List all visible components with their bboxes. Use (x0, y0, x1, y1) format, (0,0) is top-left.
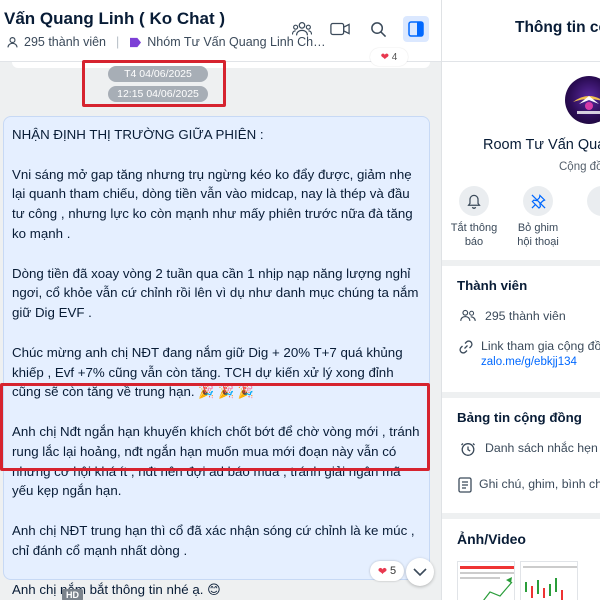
members-section-title: Thành viên (457, 278, 528, 293)
media-section: Ảnh/Video (442, 519, 600, 600)
unpin-conversation-label: Bỏ ghim hội thoại (517, 222, 559, 248)
previous-reaction-count: 4 (391, 51, 398, 63)
mute-notifications-label: Tắt thông báo (450, 222, 498, 248)
more-action-icon (587, 186, 600, 216)
info-panel: Thông tin cộng Room Tư Vấn Qua Cộng đồ T… (441, 0, 600, 600)
header-actions (289, 16, 429, 42)
media-thumbnail[interactable] (457, 561, 515, 600)
more-action-partial[interactable] (570, 186, 600, 249)
info-panel-title: Thông tin cộng (515, 19, 600, 36)
message-paragraph: NHẬN ĐỊNH THỊ TRƯỜNG GIỮA PHIÊN : (12, 127, 264, 142)
heart-icon: ❤ (377, 565, 388, 578)
chat-subtitle: 295 thành viên | Nhóm Tư Vấn Quang Linh … (6, 35, 332, 49)
highlight-box-timestamp (82, 60, 226, 107)
notes-row[interactable]: Ghi chú, ghim, bình ch (442, 477, 600, 493)
info-panel-header: Thông tin cộng (442, 0, 600, 62)
reminders-row[interactable]: Danh sách nhắc hẹn (442, 441, 600, 457)
scroll-to-bottom-button[interactable] (406, 558, 434, 586)
unpin-icon (523, 186, 553, 216)
community-avatar[interactable] (565, 76, 600, 124)
tag-icon (129, 37, 142, 48)
chevron-down-icon (413, 567, 427, 576)
mute-notifications-button[interactable]: Tắt thông báo (442, 186, 506, 249)
toggle-info-panel-icon[interactable] (403, 16, 429, 42)
highlight-box-paragraph (0, 383, 430, 471)
community-name[interactable]: Room Tư Vấn Qua (483, 137, 600, 153)
person-icon (6, 36, 19, 49)
board-section-title: Bảng tin cộng đồng (457, 410, 582, 425)
reaction-count: 5 (390, 565, 397, 577)
message-text: NHẬN ĐỊNH THỊ TRƯỜNG GIỮA PHIÊN : Vni sá… (12, 125, 424, 600)
smile-emoji: 😊 (207, 582, 221, 598)
bell-icon (459, 186, 489, 216)
members-section: Thành viên 295 thành viên Link tham gia … (442, 266, 600, 392)
hd-media-tag: HD (62, 589, 83, 600)
members-count-row[interactable]: 295 thành viên (442, 309, 600, 323)
message-paragraph: Dòng tiền đã xoay vòng 2 tuần qua cần 1 … (12, 265, 419, 321)
members-count: 295 thành viên (485, 309, 566, 323)
media-thumbnails (457, 561, 578, 600)
search-icon[interactable] (365, 16, 391, 42)
media-section-title: Ảnh/Video (457, 531, 526, 547)
add-member-icon[interactable] (289, 16, 315, 42)
community-profile: Room Tư Vấn Qua Cộng đồ Tắt thông báo Bỏ … (442, 62, 600, 260)
reminders-label: Danh sách nhắc hẹn (485, 441, 598, 455)
note-icon (458, 477, 472, 493)
community-board-section: Bảng tin cộng đồng Danh sách nhắc hẹn Gh… (442, 398, 600, 513)
message-paragraph: Vni sáng mở gap tăng nhưng trụ ngừng kéo… (12, 166, 413, 241)
link-icon (458, 339, 474, 355)
media-thumbnail[interactable] (520, 561, 578, 600)
invite-link-text: Link tham gia cộng đồ zalo.me/g/ebkjj134 (481, 339, 600, 368)
invite-link-url[interactable]: zalo.me/g/ebkjj134 (481, 356, 600, 368)
quick-actions: Tắt thông báo Bỏ ghim hội thoại (442, 186, 600, 249)
previous-reaction-badge[interactable]: ❤ 4 (370, 48, 408, 66)
separator: | (116, 35, 120, 49)
message-paragraph: Anh chị NĐT trung hạn thì cổ đã xác nhận… (12, 522, 415, 558)
chat-title[interactable]: Vấn Quang Linh ( Ko Chat ) (4, 9, 225, 29)
reaction-badge[interactable]: ❤ 5 (370, 561, 404, 581)
unpin-conversation-button[interactable]: Bỏ ghim hội thoại (506, 186, 570, 249)
invite-link-row[interactable]: Link tham gia cộng đồ zalo.me/g/ebkjj134 (442, 339, 600, 368)
group-icon (458, 309, 478, 322)
invite-link-label: Link tham gia cộng đồ (481, 339, 600, 353)
message-paragraph: Anh chị nắm bắt thông tin nhé ạ. (12, 582, 204, 598)
clock-icon (458, 441, 478, 457)
message-bubble[interactable]: NHẬN ĐỊNH THỊ TRƯỜNG GIỮA PHIÊN : Vni sá… (3, 116, 430, 597)
community-type: Cộng đồ (559, 161, 600, 173)
member-count[interactable]: 295 thành viên (24, 35, 106, 49)
video-call-icon[interactable] (327, 16, 353, 42)
notes-label: Ghi chú, ghim, bình ch (479, 477, 600, 491)
chat-pane: Vấn Quang Linh ( Ko Chat ) 295 thành viê… (0, 0, 441, 600)
